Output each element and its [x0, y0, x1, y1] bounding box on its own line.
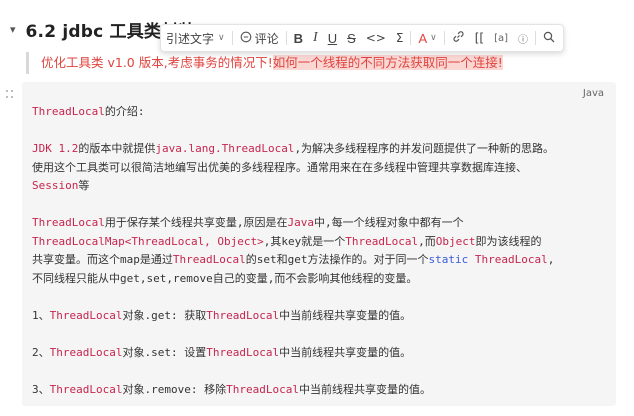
- code-token: 中当前线程共享变量的值。: [279, 345, 412, 359]
- code-line: Session等: [32, 177, 608, 196]
- code-token: ThreadLocal: [206, 345, 280, 359]
- code-line: 使用这个工具类可以很简洁地编写出优美的多线程程序。通常用来在在多线程中管理共享数…: [32, 159, 608, 178]
- italic-button[interactable]: I: [308, 25, 323, 51]
- comment-label: 评论: [254, 31, 279, 46]
- code-line: 1、ThreadLocal对象.get: 获取ThreadLocal中当前线程共…: [32, 307, 608, 326]
- code-token: ,而: [418, 234, 436, 248]
- code-token: java.lang.ThreadLocal: [155, 142, 295, 155]
- code-line: ThreadLocal的介绍:: [32, 103, 608, 122]
- code-token: ThreadLocal: [49, 345, 123, 359]
- code-token: Object: [435, 234, 476, 248]
- code-token: ThreadLocal: [49, 308, 123, 322]
- code-token: ThreadLocal: [49, 382, 123, 396]
- code-token: 中当前线程共享变量的值。: [279, 308, 412, 322]
- code-token: 的版本中就提供: [78, 142, 156, 155]
- code-token: 对象.get: 获取: [122, 308, 207, 322]
- code-line: ThreadLocal用于保存某个线程共享变量,原因是在Java中,每一个线程对…: [32, 214, 608, 233]
- code-token: ThreadLocal: [32, 216, 105, 229]
- code-token: 不同线程只能从中get,set,remove自己的变量,而不会影响其他线程的变量…: [32, 271, 418, 285]
- chevron-down-icon: ∨: [218, 33, 225, 43]
- search-icon: [543, 31, 555, 46]
- footnote-button[interactable]: [a]: [489, 25, 513, 51]
- search-button[interactable]: [538, 25, 560, 51]
- collapse-caret-icon[interactable]: ▾: [10, 23, 16, 36]
- strikethrough-button[interactable]: S: [342, 25, 361, 51]
- toolbar-divider: [285, 31, 287, 45]
- font-color-dropdown[interactable]: A ∨: [413, 25, 441, 51]
- toolbar-divider: [443, 31, 445, 45]
- code-token: 2、: [32, 345, 50, 359]
- toolbar-divider: [535, 31, 537, 45]
- bold-button[interactable]: B: [289, 25, 308, 51]
- comment-button[interactable]: 评论: [235, 25, 284, 51]
- code-token: JDK 1.2: [32, 142, 79, 155]
- code-token: 共享变量。而这个map是通过: [32, 253, 173, 266]
- code-token: Session: [32, 179, 79, 192]
- info-button[interactable]: ⓘ: [513, 25, 533, 51]
- code-line: ThreadLocalMap<ThreadLocal, Object>,其key…: [32, 233, 608, 252]
- code-token: 用于保存某个线程共享变量,原因是在: [104, 216, 288, 229]
- code-block[interactable]: Java ThreadLocal的介绍: JDK 1.2的版本中就提供java.l…: [22, 82, 616, 406]
- code-language-label[interactable]: Java: [583, 88, 604, 99]
- code-token: 中当前线程共享变量的值。: [298, 382, 431, 396]
- code-token: ThreadLocal: [172, 253, 246, 266]
- code-token: 的set和get方法操作的。对于同一个: [245, 253, 429, 266]
- code-token: ThreadLocal: [32, 105, 105, 118]
- code-line: 3、ThreadLocal对象.remove: 移除ThreadLocal中当前…: [32, 381, 608, 400]
- code-token: 即为该线程的: [475, 234, 542, 248]
- quote-highlighted-text: 如何一个线程的不同方法获取同一个连接!: [272, 55, 503, 70]
- code-token: 的介绍:: [104, 105, 145, 118]
- underline-button[interactable]: U: [323, 25, 342, 51]
- chevron-down-icon: ∨: [430, 33, 437, 43]
- code-line: 不同线程只能从中get,set,remove自己的变量,而不会影响其他线程的变量…: [32, 270, 608, 289]
- blockquote: 优化工具类 v1.0 版本,考虑事务的情况下!如何一个线程的不同方法获取同一个连…: [26, 52, 503, 74]
- code-content[interactable]: ThreadLocal的介绍: JDK 1.2的版本中就提供java.lang.T…: [32, 103, 608, 399]
- code-line: JDK 1.2的版本中就提供java.lang.ThreadLocal,为解决多…: [32, 140, 608, 159]
- code-token: ,: [547, 253, 555, 266]
- cite-dropdown[interactable]: 引述文字 ∨: [161, 25, 230, 51]
- comment-icon: [240, 31, 252, 46]
- link-icon: [452, 30, 465, 46]
- code-token: ThreadLocal: [345, 234, 419, 248]
- code-line: 2、ThreadLocal对象.set: 设置ThreadLocal中当前线程共…: [32, 344, 608, 363]
- toolbar-divider: [410, 31, 412, 45]
- drag-handle-icon[interactable]: [6, 90, 14, 100]
- quote-text: 优化工具类 v1.0 版本,考虑事务的情况下!: [41, 55, 273, 70]
- code-token: 对象.remove: 移除: [122, 382, 227, 396]
- code-token: 中,每一个线程对象中都有一个: [313, 216, 464, 229]
- code-token: ,为解决多线程程序的并发问题提供了一种新的思路。: [294, 142, 555, 155]
- font-color-icon: A: [418, 30, 428, 46]
- code-token: ThreadLocalMap<ThreadLocal, Object>: [32, 234, 264, 248]
- formula-button[interactable]: Σ: [391, 25, 409, 51]
- code-token: 1、: [32, 308, 50, 322]
- format-toolbar: 引述文字 ∨ 评论 B I U S <> Σ A ∨ [[ [a] ⓘ: [160, 24, 564, 52]
- wiki-link-button[interactable]: [[: [470, 25, 489, 51]
- code-token: ThreadLocal: [474, 253, 548, 266]
- code-token: static: [428, 253, 469, 266]
- code-token: Java: [287, 216, 314, 229]
- toolbar-divider: [231, 31, 233, 45]
- code-token: 3、: [32, 382, 50, 396]
- code-token: 使用这个工具类可以很简洁地编写出优美的多线程程序。通常用来在在多线程中管理共享数…: [32, 160, 527, 174]
- code-token: ,其key就是一个: [263, 234, 346, 248]
- link-button[interactable]: [447, 25, 470, 51]
- inline-code-button[interactable]: <>: [361, 25, 391, 51]
- code-token: 等: [78, 179, 90, 192]
- code-token: ThreadLocal: [226, 382, 299, 396]
- code-line: 共享变量。而这个map是通过ThreadLocal的set和get方法操作的。对…: [32, 251, 608, 270]
- code-token: 对象.set: 设置: [122, 345, 207, 359]
- cite-label: 引述文字: [166, 31, 215, 46]
- code-token: ThreadLocal: [206, 308, 280, 322]
